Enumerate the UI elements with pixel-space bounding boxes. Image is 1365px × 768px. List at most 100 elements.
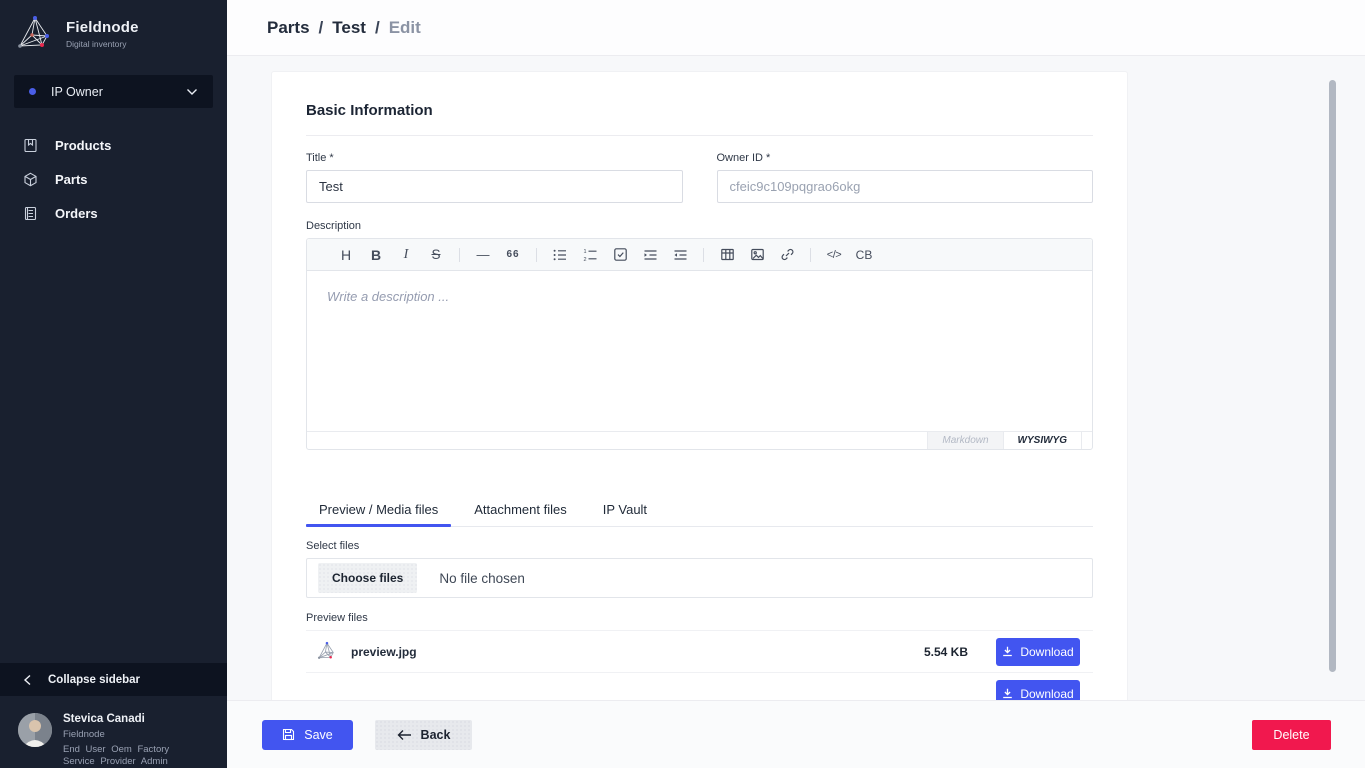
breadcrumb-separator: / bbox=[375, 18, 380, 38]
toolbar-divider bbox=[810, 248, 811, 262]
download-button[interactable]: Download bbox=[996, 680, 1080, 701]
file-row: Download bbox=[306, 673, 1093, 700]
editor-toolbar: H B I S — 66 12 bbox=[307, 239, 1092, 271]
blockquote-button[interactable]: 66 bbox=[498, 239, 528, 270]
preview-files-label: Preview files bbox=[306, 612, 1093, 624]
download-icon bbox=[1002, 646, 1013, 657]
chevron-left-icon bbox=[23, 674, 32, 686]
breadcrumb: Parts / Test / Edit bbox=[267, 18, 421, 38]
role-selector-label: IP Owner bbox=[51, 85, 103, 99]
sidebar-item-products[interactable]: Products bbox=[0, 128, 227, 162]
indent-button[interactable] bbox=[635, 239, 665, 270]
bold-button[interactable]: B bbox=[361, 239, 391, 270]
title-label: Title * bbox=[306, 152, 683, 164]
sidebar-item-label: Orders bbox=[55, 206, 98, 221]
main-area: Parts / Test / Edit Basic Information Ti… bbox=[227, 0, 1365, 768]
sidebar-nav: Products Parts Orders bbox=[0, 128, 227, 230]
breadcrumb-parts[interactable]: Parts bbox=[267, 18, 310, 38]
image-button[interactable] bbox=[742, 239, 772, 270]
role-status-dot bbox=[29, 88, 36, 95]
editor-resize-handle[interactable] bbox=[1081, 432, 1092, 449]
file-size: 5.54 KB bbox=[924, 645, 968, 659]
markdown-mode-tab[interactable]: Markdown bbox=[927, 432, 1002, 449]
parts-icon bbox=[22, 172, 38, 187]
editor-mode-switch: Markdown WYSIWYG bbox=[307, 431, 1092, 449]
wysiwyg-mode-tab[interactable]: WYSIWYG bbox=[1003, 432, 1081, 449]
toolbar-divider bbox=[703, 248, 704, 262]
svg-text:2: 2 bbox=[584, 257, 587, 262]
collapse-sidebar-label: Collapse sidebar bbox=[48, 674, 140, 686]
tab-attachment-files[interactable]: Attachment files bbox=[461, 493, 580, 526]
task-list-button[interactable] bbox=[605, 239, 635, 270]
user-org: Fieldnode bbox=[63, 729, 205, 740]
select-files-label: Select files bbox=[306, 540, 1093, 552]
outdent-button[interactable] bbox=[665, 239, 695, 270]
tab-ip-vault[interactable]: IP Vault bbox=[590, 493, 660, 526]
brand: Fieldnode Digital inventory bbox=[0, 0, 227, 64]
breadcrumb-edit: Edit bbox=[389, 18, 421, 38]
strikethrough-button[interactable]: S bbox=[421, 239, 451, 270]
file-picker: Choose files No file chosen bbox=[306, 558, 1093, 598]
avatar bbox=[18, 713, 52, 747]
table-button[interactable] bbox=[712, 239, 742, 270]
horizontal-rule-button[interactable]: — bbox=[468, 239, 498, 270]
sidebar: Fieldnode Digital inventory IP Owner Pro… bbox=[0, 0, 227, 768]
edit-part-card: Basic Information Title * Owner ID * Des… bbox=[272, 72, 1127, 700]
ordered-list-button[interactable]: 12 bbox=[575, 239, 605, 270]
delete-button[interactable]: Delete bbox=[1252, 720, 1331, 750]
inline-code-button[interactable]: </> bbox=[819, 239, 849, 270]
chevron-down-icon bbox=[186, 88, 198, 96]
no-file-chosen-text: No file chosen bbox=[439, 571, 525, 586]
fieldnode-logo-icon bbox=[16, 14, 56, 54]
sidebar-item-label: Parts bbox=[55, 172, 88, 187]
sidebar-item-parts[interactable]: Parts bbox=[0, 162, 227, 196]
collapse-sidebar-button[interactable]: Collapse sidebar bbox=[0, 663, 227, 696]
sidebar-item-orders[interactable]: Orders bbox=[0, 196, 227, 230]
owner-id-label: Owner ID * bbox=[717, 152, 1094, 164]
save-button[interactable]: Save bbox=[262, 720, 353, 750]
toolbar-divider bbox=[459, 248, 460, 262]
file-name: preview.jpg bbox=[351, 645, 417, 659]
file-row: preview.jpg 5.54 KB Download bbox=[306, 631, 1093, 673]
back-button[interactable]: Back bbox=[375, 720, 472, 750]
tab-preview-media-files[interactable]: Preview / Media files bbox=[306, 493, 451, 526]
code-block-button[interactable]: CB bbox=[849, 239, 879, 270]
sidebar-item-label: Products bbox=[55, 138, 111, 153]
user-name: Stevica Canadi bbox=[63, 713, 205, 725]
user-profile[interactable]: Stevica Canadi Fieldnode End User Oem Fa… bbox=[0, 696, 227, 768]
vertical-scrollbar[interactable] bbox=[1329, 80, 1336, 672]
choose-files-button[interactable]: Choose files bbox=[318, 563, 417, 593]
app-root: Fieldnode Digital inventory IP Owner Pro… bbox=[0, 0, 1365, 768]
orders-icon bbox=[22, 206, 38, 221]
breadcrumb-test[interactable]: Test bbox=[332, 18, 366, 38]
bullet-list-button[interactable] bbox=[545, 239, 575, 270]
toolbar-divider bbox=[536, 248, 537, 262]
brand-name: Fieldnode bbox=[66, 19, 139, 36]
description-placeholder: Write a description ... bbox=[327, 289, 449, 304]
role-selector-dropdown[interactable]: IP Owner bbox=[14, 75, 213, 108]
heading-button[interactable]: H bbox=[331, 239, 361, 270]
user-roles: End User Oem Factory Service Provider Ad… bbox=[63, 744, 205, 768]
description-textarea[interactable]: Write a description ... bbox=[307, 271, 1092, 431]
description-label: Description bbox=[306, 220, 1093, 232]
content-scroll-area: Basic Information Title * Owner ID * Des… bbox=[227, 56, 1365, 700]
description-editor: H B I S — 66 12 bbox=[306, 238, 1093, 450]
download-button[interactable]: Download bbox=[996, 638, 1080, 666]
svg-text:1: 1 bbox=[584, 249, 587, 255]
file-thumbnail bbox=[317, 683, 338, 700]
arrow-left-icon bbox=[397, 729, 412, 741]
top-bar: Parts / Test / Edit bbox=[227, 0, 1365, 56]
breadcrumb-separator: / bbox=[319, 18, 324, 38]
title-input[interactable] bbox=[306, 170, 683, 203]
owner-id-input bbox=[717, 170, 1094, 203]
download-icon bbox=[1002, 688, 1013, 699]
italic-button[interactable]: I bbox=[391, 239, 421, 270]
files-tab-bar: Preview / Media files Attachment files I… bbox=[306, 493, 1093, 527]
bottom-action-bar: Save Back Delete bbox=[227, 700, 1365, 768]
link-button[interactable] bbox=[772, 239, 802, 270]
save-icon bbox=[282, 728, 295, 741]
section-title: Basic Information bbox=[306, 102, 1093, 136]
preview-files-list: preview.jpg 5.54 KB Download bbox=[306, 630, 1093, 700]
brand-tagline: Digital inventory bbox=[66, 39, 139, 49]
file-thumbnail bbox=[317, 641, 338, 662]
